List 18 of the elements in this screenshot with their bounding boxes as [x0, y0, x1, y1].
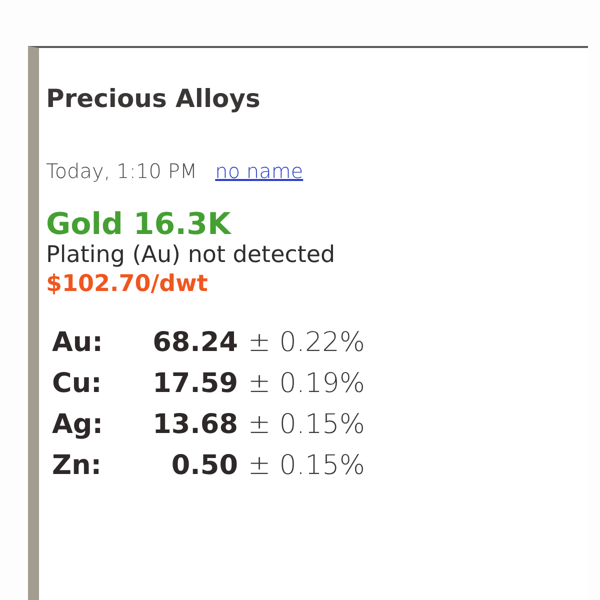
element-uncertainty: ± 0.15% — [248, 409, 365, 442]
sample-name-link[interactable]: no name — [215, 159, 304, 183]
element-symbol: Au: — [52, 327, 104, 360]
element-uncertainty: ± 0.15% — [248, 450, 365, 483]
element-symbol: Cu: — [52, 368, 103, 402]
price-text: $102.70/dwt — [46, 270, 209, 300]
screen-title: Precious Alloys — [46, 86, 262, 111]
element-percent: 17.59 — [152, 368, 238, 402]
element-symbol: Zn: — [52, 450, 103, 483]
element-percent: 68.24 — [152, 327, 238, 360]
element-uncertainty: ± 0.22% — [248, 327, 365, 360]
element-symbol: Ag: — [52, 409, 104, 442]
element-uncertainty: ± 0.19% — [248, 368, 365, 402]
alloy-result: Gold 16.3K — [46, 209, 232, 240]
timestamp-text: Today, 1:10 PM — [46, 159, 198, 183]
plating-status: Plating (Au) not detected — [46, 240, 336, 270]
element-percent: 0.50 — [170, 450, 238, 483]
element-percent: 13.68 — [152, 409, 238, 442]
